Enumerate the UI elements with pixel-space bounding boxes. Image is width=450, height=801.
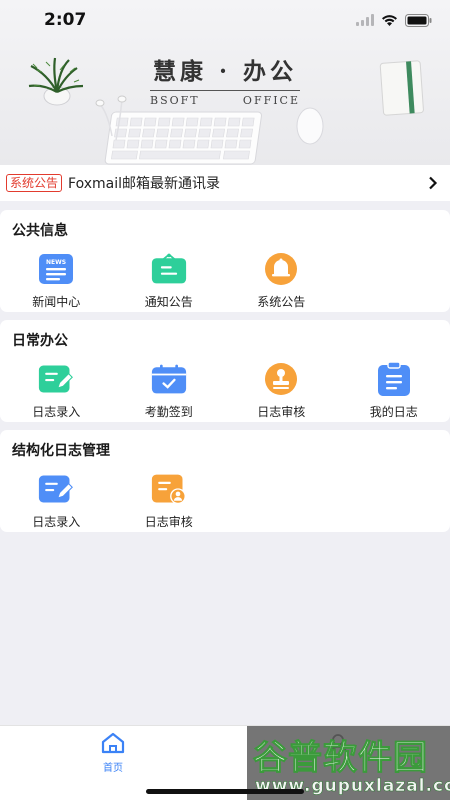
chevron-right-icon[interactable] — [428, 176, 438, 190]
home-indicator — [146, 789, 304, 794]
section-title: 结构化日志管理 — [12, 440, 110, 460]
log-entry-icon — [38, 472, 74, 506]
battery-icon — [405, 14, 432, 27]
status-bar: 2:07 — [0, 0, 450, 40]
stamp-icon — [263, 362, 299, 396]
section-daily-office: 日常办公 日志录入 — [0, 320, 450, 422]
tile-attendance[interactable]: 考勤签到 — [113, 362, 226, 420]
brand-divider — [150, 90, 300, 91]
tab-home[interactable]: 首页 — [88, 732, 138, 774]
tile-my-log[interactable]: 我的日志 — [338, 362, 450, 420]
tile-label: 日志审核 — [257, 403, 305, 420]
tile-label: 考勤签到 — [145, 403, 193, 420]
calendar-check-icon — [151, 362, 187, 396]
tile-notifications[interactable]: 通知公告 — [113, 252, 226, 310]
brand-title: 慧康 · 办公 — [150, 52, 300, 86]
log-entry-icon — [38, 362, 74, 396]
tile-label: 日志审核 — [145, 513, 193, 530]
notice-text[interactable]: Foxmail邮箱最新通讯录 — [68, 173, 428, 193]
user-document-icon — [151, 472, 187, 506]
wifi-icon — [381, 14, 398, 27]
tile-label: 新闻中心 — [32, 293, 80, 310]
brand-subtitle-left: BSOFT — [150, 94, 200, 107]
tile-label: 日志录入 — [32, 403, 80, 420]
status-time: 2:07 — [44, 10, 86, 30]
section-public-info: 公共信息 NEWS 新闻中心 — [0, 210, 450, 312]
tile-label: 通知公告 — [145, 293, 193, 310]
tile-news-center[interactable]: NEWS 新闻中心 — [0, 252, 113, 310]
tile-system-notice[interactable]: 系统公告 — [225, 252, 338, 310]
tile-log-entry[interactable]: 日志录入 — [0, 362, 113, 420]
tile-structured-log-review[interactable]: 日志审核 — [113, 472, 226, 530]
bell-icon — [263, 252, 299, 286]
clipboard-icon — [376, 362, 412, 396]
tile-label: 日志录入 — [32, 513, 80, 530]
svg-text:NEWS: NEWS — [46, 259, 66, 266]
tab-home-label: 首页 — [88, 759, 138, 774]
brand-subtitle-right: OFFICE — [243, 94, 300, 107]
home-icon — [100, 732, 126, 754]
brand-logo: 慧康 · 办公 BSOFT OFFICE — [150, 52, 300, 107]
tile-label: 我的日志 — [370, 403, 418, 420]
tile-structured-log-entry[interactable]: 日志录入 — [0, 472, 113, 530]
news-icon: NEWS — [38, 252, 74, 286]
section-grid: NEWS 新闻中心 通知公告 — [0, 252, 450, 310]
section-grid: 日志录入 考勤签到 — [0, 362, 450, 420]
watermark-main-text: 谷普软件园 — [253, 730, 428, 779]
tile-label: 系统公告 — [257, 293, 305, 310]
notice-tag: 系统公告 — [6, 174, 62, 192]
section-structured-log: 结构化日志管理 日志录入 — [0, 430, 450, 532]
status-icons — [356, 14, 432, 27]
notice-bar[interactable]: 系统公告 Foxmail邮箱最新通讯录 — [0, 165, 450, 201]
signal-icon — [356, 14, 374, 26]
tile-log-review[interactable]: 日志审核 — [225, 362, 338, 420]
notice-board-icon — [151, 252, 187, 286]
section-title: 日常办公 — [12, 330, 68, 350]
brand-subtitle: BSOFT OFFICE — [150, 94, 300, 107]
section-grid: 日志录入 日志审核 — [0, 472, 450, 530]
section-title: 公共信息 — [12, 220, 68, 240]
header-banner: 2:07 慧康 · 办公 BSOFT OFFICE — [0, 0, 450, 165]
